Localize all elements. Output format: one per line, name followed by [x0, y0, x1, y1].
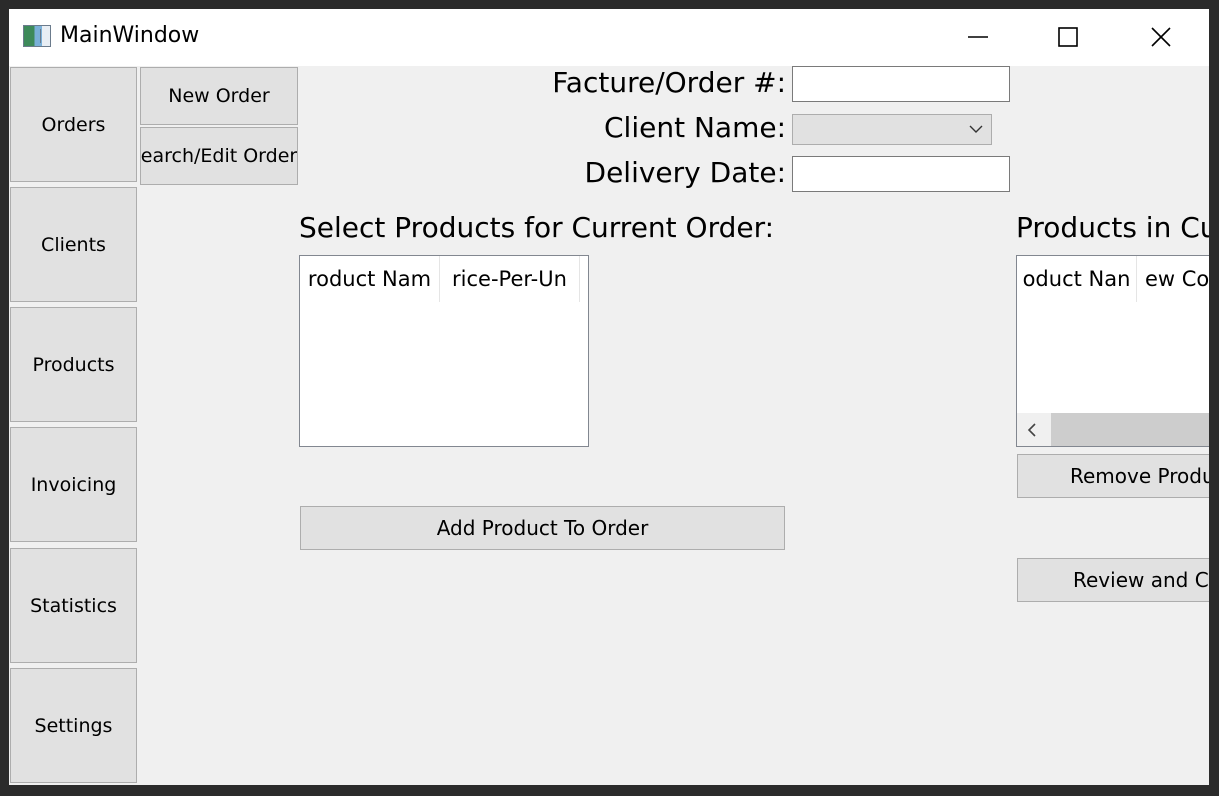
sidebar-item-invoicing[interactable]: Invoicing — [10, 427, 137, 542]
sidebar-item-products[interactable]: Products — [10, 307, 137, 422]
app-icon — [23, 25, 51, 47]
current-products-panel: Products in Cu oduct Nan ew Co Remove Pr… — [1016, 9, 1209, 785]
sidebar-item-settings[interactable]: Settings — [10, 668, 137, 783]
available-products-list[interactable]: roduct Nam rice-Per-Un — [299, 255, 589, 447]
column-header-product-name[interactable]: oduct Nan — [1017, 256, 1137, 302]
add-product-button[interactable]: Add Product To Order — [300, 506, 785, 550]
client-name-combobox[interactable] — [792, 114, 992, 145]
remove-product-button[interactable]: Remove Produc — [1017, 454, 1209, 498]
order-number-input[interactable] — [792, 66, 1010, 102]
search-edit-order-button[interactable]: earch/Edit Order — [140, 127, 298, 185]
current-products-list[interactable]: oduct Nan ew Co — [1016, 255, 1209, 447]
sidebar-item-clients[interactable]: Clients — [10, 187, 137, 302]
select-products-title: Select Products for Current Order: — [299, 211, 775, 244]
minimize-button[interactable] — [955, 9, 1001, 65]
new-order-button[interactable]: New Order — [140, 67, 298, 125]
main-window: MainWindow Orders Clients Products Invoi… — [9, 9, 1209, 785]
column-header-new-count[interactable]: ew Co — [1137, 256, 1209, 302]
client-name-label: Client Name: — [604, 111, 786, 144]
delivery-date-input[interactable] — [792, 156, 1010, 192]
scrollbar-thumb[interactable] — [1051, 413, 1209, 446]
sidebar-item-orders[interactable]: Orders — [10, 67, 137, 182]
column-header-product-name[interactable]: roduct Nam — [300, 256, 440, 302]
column-header-price-per-unit[interactable]: rice-Per-Un — [440, 256, 580, 302]
chevron-down-icon — [969, 125, 983, 133]
delivery-date-label: Delivery Date: — [584, 156, 786, 189]
window-title: MainWindow — [60, 23, 200, 48]
order-number-label: Facture/Order #: — [552, 66, 786, 99]
current-products-title: Products in Cu — [1016, 211, 1209, 244]
minimize-icon — [968, 36, 988, 38]
horizontal-scrollbar[interactable] — [1017, 413, 1209, 446]
chevron-left-icon[interactable] — [1027, 423, 1037, 437]
sidebar-item-statistics[interactable]: Statistics — [10, 548, 137, 663]
review-and-confirm-button[interactable]: Review and Co — [1017, 558, 1209, 602]
